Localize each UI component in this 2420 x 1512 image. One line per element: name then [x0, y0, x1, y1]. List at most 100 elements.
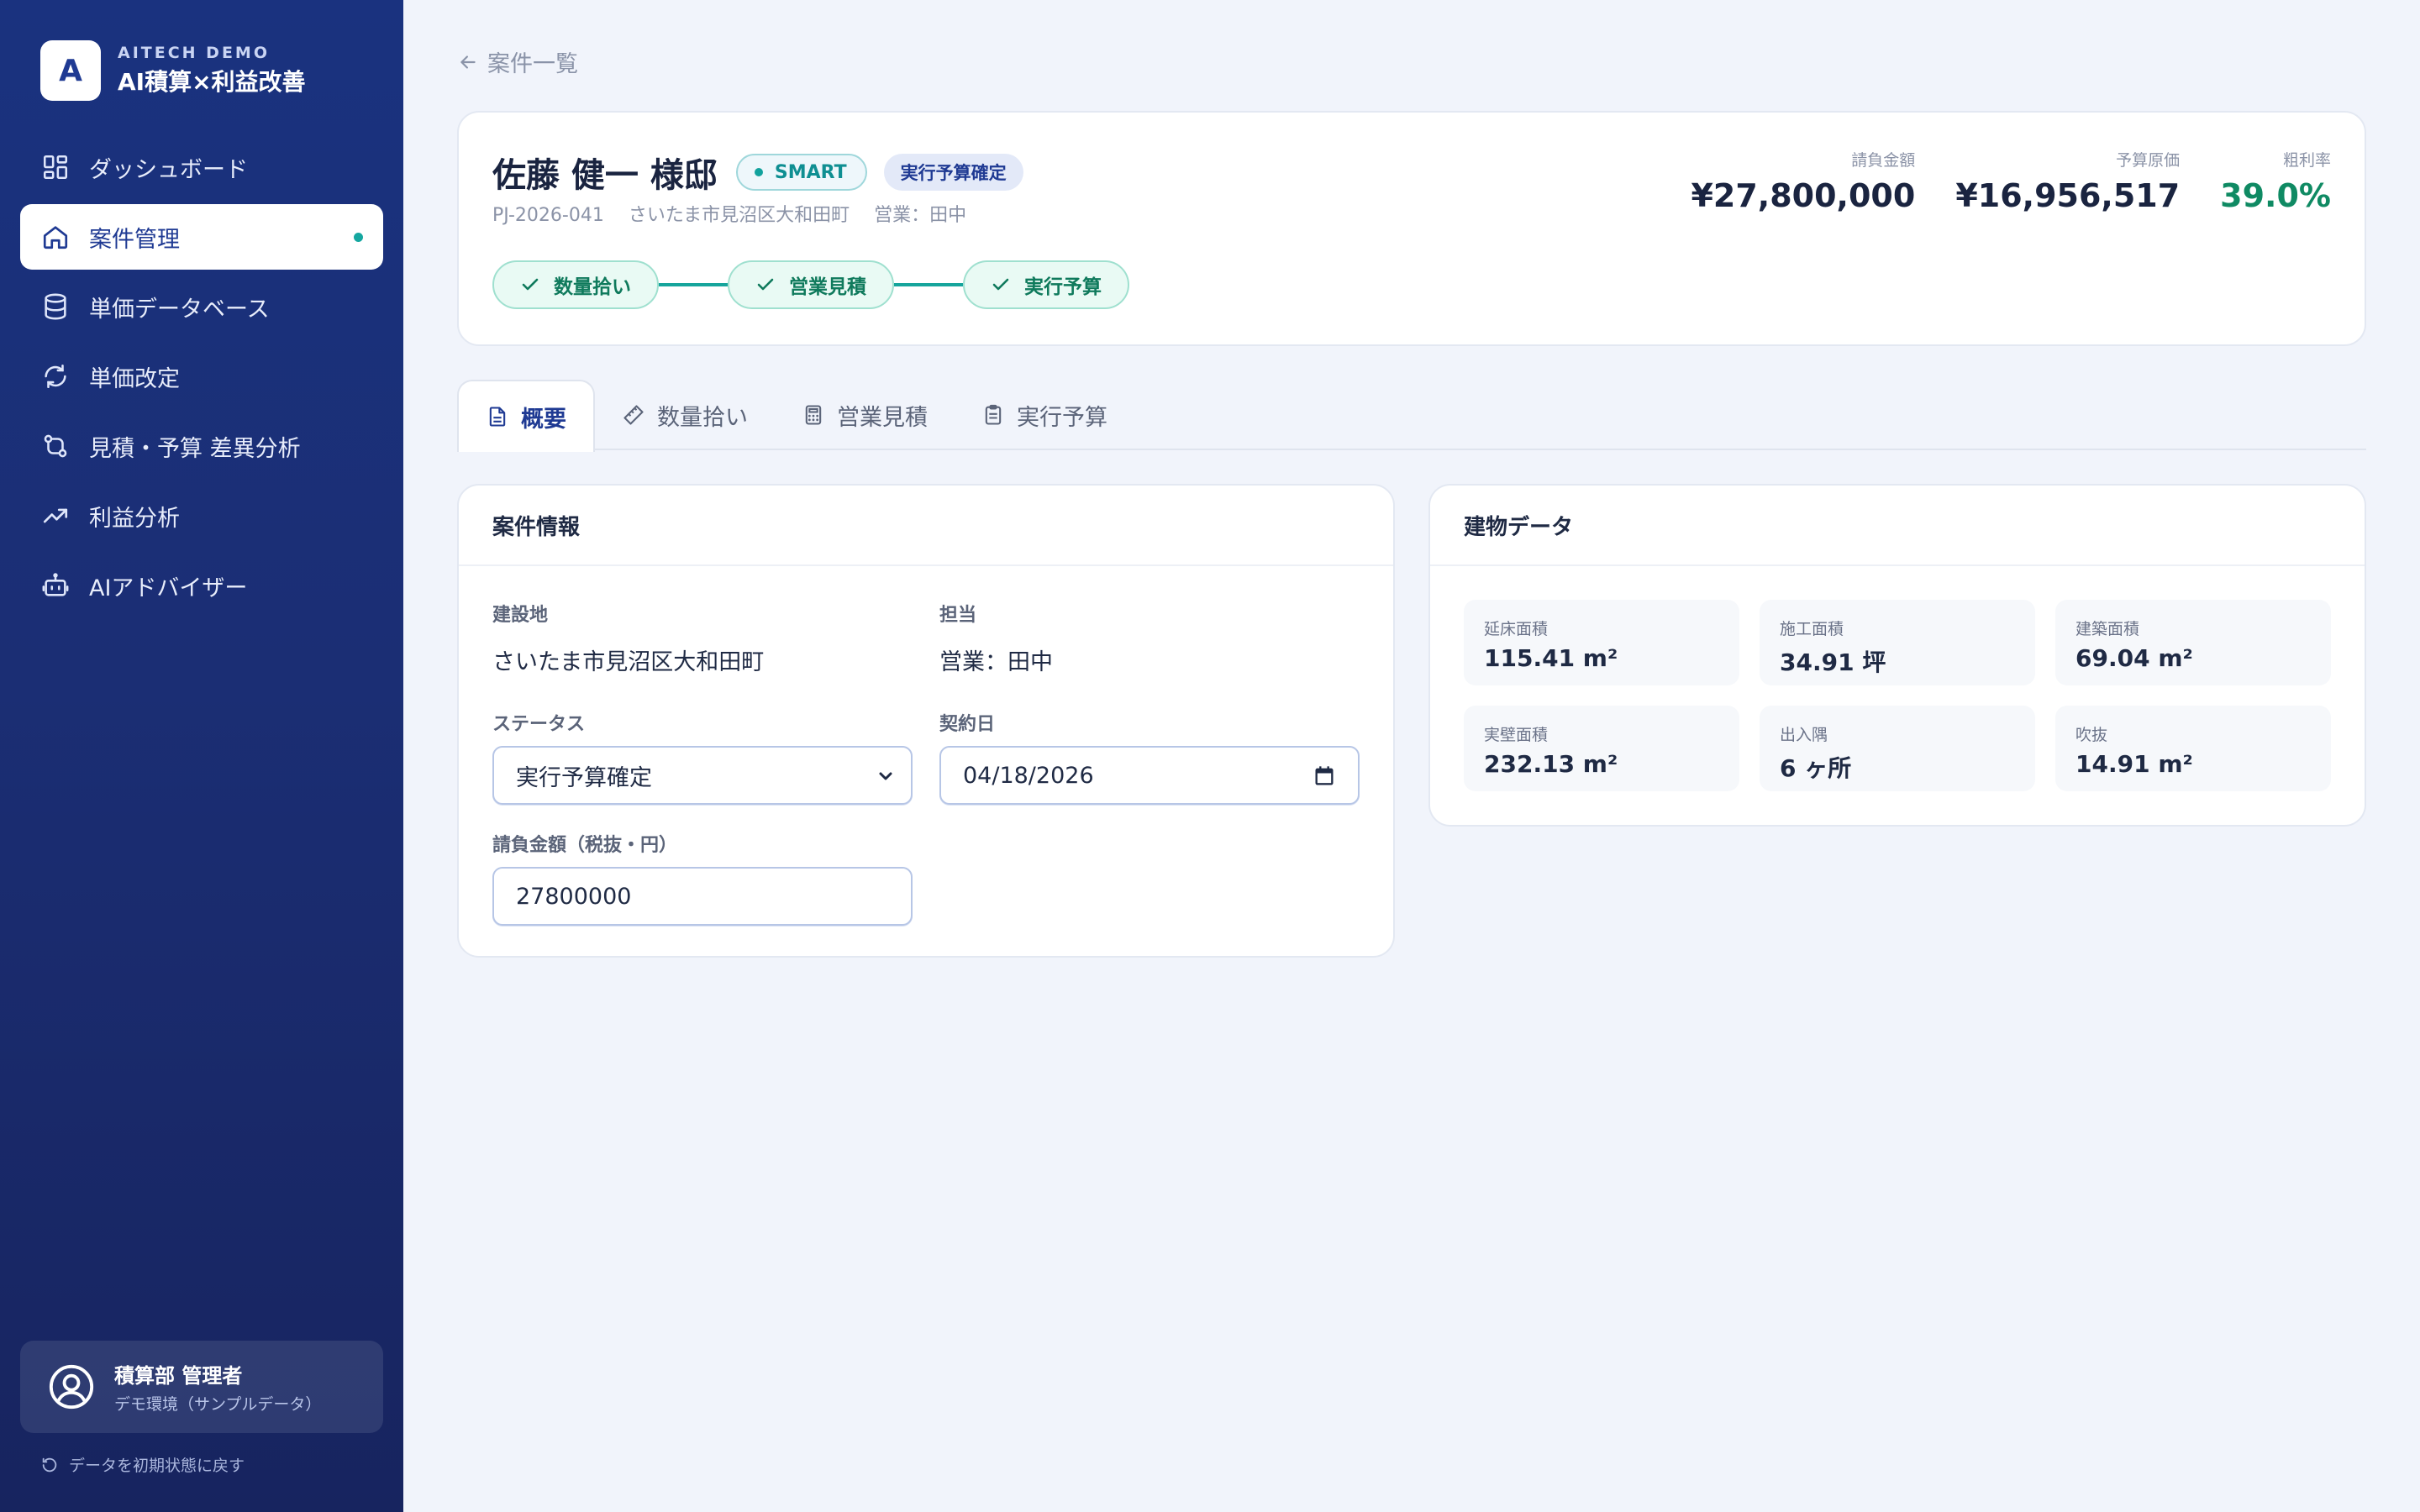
kpi-gross-margin: 粗利率 39.0%: [2220, 148, 2331, 214]
tab-sales-estimate[interactable]: 営業見積: [775, 380, 955, 450]
page-title: 佐藤 健一 様邸: [492, 156, 718, 195]
stat-value: 6 ヶ所: [1780, 754, 1852, 782]
stat-label: 延床面積: [1484, 620, 1549, 638]
status-select-value: 実行予算確定: [516, 764, 652, 791]
step-label: 実行予算: [1024, 276, 1102, 298]
brand-title: AI積算×利益改善: [118, 68, 306, 96]
step-label: 数量拾い: [554, 276, 631, 298]
sidebar-nav: ダッシュボード 案件管理 単価データベース 単価改定 見積・予算 差異分析 利益…: [20, 134, 383, 622]
tab-execution-budget[interactable]: 実行予算: [955, 380, 1134, 450]
stat-atrium: 吹抜 14.91 m²: [2055, 706, 2331, 791]
user-card[interactable]: 積算部 管理者 デモ環境（サンプルデータ）: [20, 1341, 383, 1433]
project-location: さいたま市見沼区大和田町: [628, 205, 850, 226]
brand[interactable]: A AITECH DEMO AI積算×利益改善: [40, 40, 306, 101]
step-sales-estimate[interactable]: 営業見積: [728, 260, 894, 309]
contract-amount-value: 27800000: [516, 883, 632, 910]
check-icon: [522, 278, 539, 291]
stat-label: 建築面積: [2075, 620, 2140, 638]
kpi-value: ¥16,956,517: [1955, 177, 2181, 214]
ruler-icon: [623, 405, 644, 425]
owner-label: 担当: [939, 605, 977, 626]
site-value: さいたま市見沼区大和田町: [492, 649, 765, 675]
owner-value: 営業：田中: [939, 649, 1053, 675]
compare-icon: [40, 431, 71, 461]
contract-date-input[interactable]: 04/18/2026: [939, 746, 1360, 805]
type-badge-label: SMART: [774, 161, 847, 183]
stat-corners: 出入隅 6 ヶ所: [1760, 706, 2035, 791]
workflow-steps: 数量拾い 営業見積 実行予算: [492, 260, 1129, 309]
brand-subtitle: AITECH DEMO: [118, 44, 270, 62]
reset-icon: [42, 1457, 57, 1472]
stat-value: 232.13 m²: [1484, 750, 1618, 778]
dashboard-icon: [40, 152, 71, 182]
clipboard-icon: [985, 404, 1002, 425]
check-icon: [757, 278, 774, 291]
sidebar-item-variance-analysis[interactable]: 見積・予算 差異分析: [20, 413, 383, 479]
refresh-icon: [40, 361, 71, 391]
sidebar-item-dashboard[interactable]: ダッシュボード: [20, 134, 383, 200]
sidebar-item-price-revision[interactable]: 単価改定: [20, 344, 383, 409]
contract-amount-input[interactable]: 27800000: [492, 867, 913, 926]
project-info-card: 案件情報 建設地 さいたま市見沼区大和田町 担当 営業：田中 ステータス 実行予…: [457, 484, 1395, 958]
tab-overview[interactable]: 概要: [457, 380, 595, 452]
chevron-down-icon: [879, 772, 892, 780]
project-sales-rep: 営業：田中: [874, 205, 967, 226]
site-field: 建設地 さいたま市見沼区大和田町: [492, 600, 764, 676]
user-avatar-icon: [49, 1364, 94, 1410]
back-to-projects-link[interactable]: 案件一覧: [457, 45, 578, 78]
step-execution-budget[interactable]: 実行予算: [963, 260, 1129, 309]
sidebar-item-label: ダッシュボード: [89, 156, 248, 183]
tab-label: 数量拾い: [657, 404, 748, 431]
stat-value: 115.41 m²: [1484, 644, 1618, 672]
check-icon: [992, 278, 1009, 291]
sidebar-item-ai-advisor[interactable]: AIアドバイザー: [20, 553, 383, 618]
stat-label: 実壁面積: [1484, 726, 1549, 744]
tab-label: 営業見積: [837, 404, 928, 431]
reset-data-link[interactable]: データを初期状態に戻す: [40, 1453, 245, 1476]
sidebar-item-price-database[interactable]: 単価データベース: [20, 274, 383, 339]
status-select[interactable]: 実行予算確定: [492, 746, 913, 805]
kpi-label: 粗利率: [2282, 151, 2331, 170]
stat-value: 69.04 m²: [2075, 644, 2193, 672]
sidebar-item-profit-analysis[interactable]: 利益分析: [20, 483, 383, 549]
home-icon: [40, 222, 71, 252]
tab-quantity-takeoff[interactable]: 数量拾い: [595, 380, 775, 450]
stat-wall-area: 実壁面積 232.13 m²: [1464, 706, 1739, 791]
status-label: ステータス: [492, 714, 586, 735]
contract-date-label: 契約日: [939, 714, 996, 735]
status-badge: 実行予算確定: [883, 154, 1023, 191]
owner-field: 担当 営業：田中: [939, 600, 1053, 676]
sidebar: A AITECH DEMO AI積算×利益改善 ダッシュボード 案件管理 単価デ…: [0, 0, 403, 1512]
contract-date-field: 契約日 04/18/2026: [939, 709, 1360, 805]
badge-dot: [754, 168, 763, 176]
sidebar-item-label: 見積・予算 差異分析: [89, 435, 301, 462]
card-title: 建物データ: [1430, 486, 2365, 566]
calculator-icon: [805, 405, 822, 425]
project-meta: PJ-2026-041 さいたま市見沼区大和田町 営業：田中: [492, 200, 985, 227]
user-name: 積算部 管理者: [114, 1364, 243, 1388]
step-label: 営業見積: [789, 276, 866, 298]
user-environment: デモ環境（サンプルデータ）: [114, 1395, 322, 1414]
database-icon: [40, 291, 71, 322]
kpi-value: ¥27,800,000: [1691, 177, 1916, 214]
calendar-icon[interactable]: [1313, 764, 1336, 788]
step-connector: [659, 283, 728, 286]
bot-icon: [40, 570, 71, 601]
stat-label: 吹抜: [2075, 726, 2108, 744]
sidebar-item-label: 単価データベース: [89, 296, 270, 323]
sidebar-item-projects[interactable]: 案件管理: [20, 204, 383, 270]
project-header-card: 佐藤 健一 様邸 SMART 実行予算確定 PJ-2026-041 さいたま市見…: [457, 111, 2366, 346]
step-connector: [894, 283, 963, 286]
kpi-label: 請負金額: [1851, 151, 1916, 170]
step-quantity-takeoff[interactable]: 数量拾い: [492, 260, 659, 309]
brand-logo: A: [40, 40, 101, 101]
type-badge: SMART: [735, 154, 867, 191]
stat-value: 34.91 坪: [1780, 648, 1886, 676]
kpi-budget-cost: 予算原価 ¥16,956,517: [1955, 148, 2180, 214]
contract-date-value: 04/18/2026: [963, 762, 1094, 789]
sidebar-item-label: 利益分析: [89, 505, 180, 532]
active-indicator-dot: [354, 233, 363, 242]
trending-up-icon: [40, 501, 71, 531]
sidebar-item-label: 単価改定: [89, 365, 180, 392]
stat-building-area: 建築面積 69.04 m²: [2055, 600, 2331, 685]
